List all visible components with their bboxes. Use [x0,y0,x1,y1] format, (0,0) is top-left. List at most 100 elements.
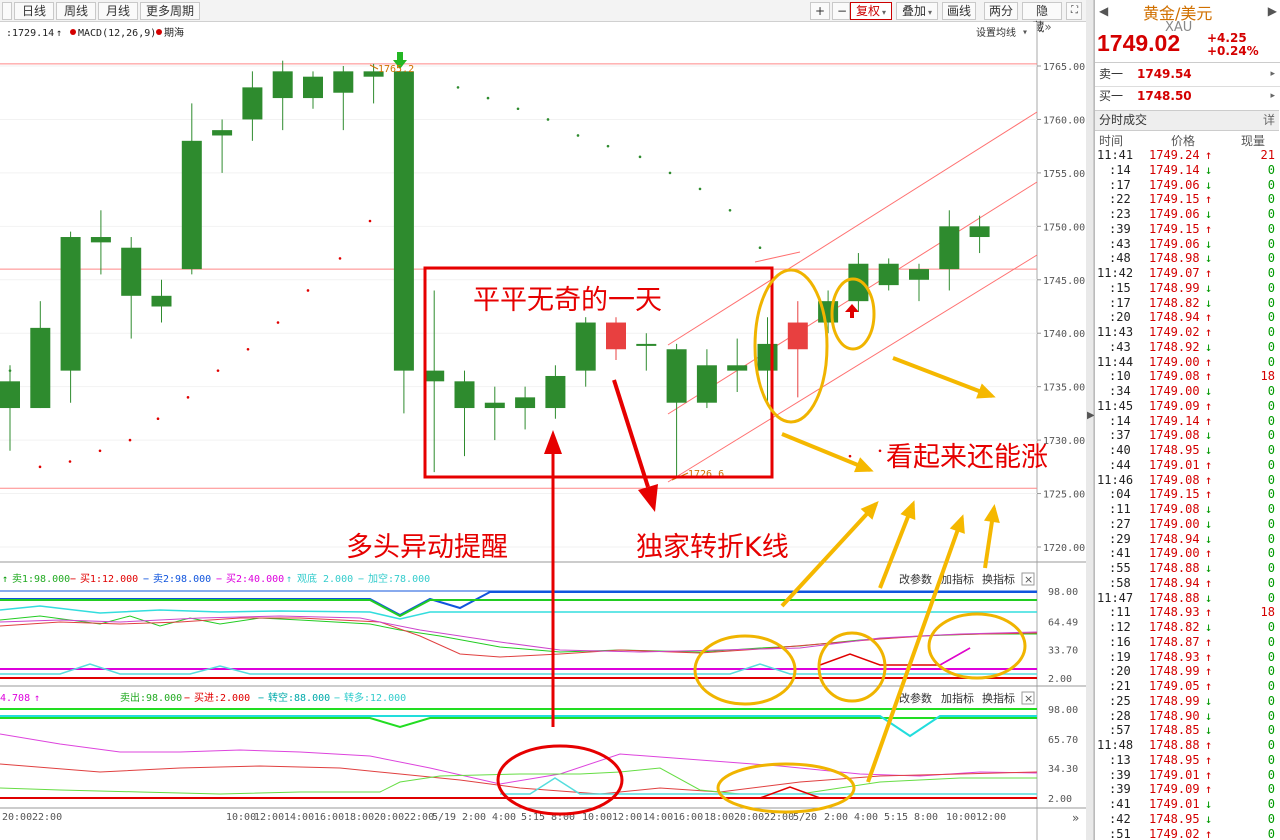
scroll-right-icon[interactable]: » [1072,811,1079,825]
tick-time: :13 [1109,752,1131,767]
tick-volume: 0 [1267,251,1275,266]
col-price: 价格 [1171,134,1196,148]
up-arrow-icon: ↑ [1205,472,1213,487]
up-arrow-icon: ↑ [1205,782,1213,797]
sar-dot [848,454,852,458]
tick-price: 1749.01 [1149,767,1200,782]
adjust-button[interactable]: 复权 ▾ [850,2,892,20]
legend-period: 期海 [164,26,184,39]
bid-expand-icon[interactable]: ▸ [1270,86,1275,106]
ma-setting-button[interactable]: 设置均线 [976,26,1016,39]
tab-monthly[interactable]: 月线 [98,2,138,20]
tick-volume: 0 [1267,221,1275,236]
tick-volume: 0 [1267,723,1275,738]
ask-row: 卖一 1749.54 ▸ [1095,64,1279,84]
candle-body [575,322,596,371]
tick-detail-button[interactable]: 详 [1263,111,1275,130]
tick-volume: 0 [1267,398,1275,413]
close-icon[interactable]: × [1024,573,1033,586]
tab-weekly[interactable]: 周线 [56,2,96,20]
tick-row: :10 1749.08 ↑ 18 [1095,369,1279,384]
down-arrow-icon: ↓ [1205,443,1213,457]
hide-button[interactable]: 隐藏» [1022,2,1062,34]
sub1-legend-sell2: 卖2:98.000 [153,573,211,585]
sar-dot [128,438,132,442]
tick-price: 1748.93 [1149,649,1200,664]
prev-symbol-icon[interactable]: ◀ [1099,4,1108,18]
bid-label: 买一 [1099,89,1124,103]
tick-volume: 0 [1267,192,1275,207]
price-axis-label: 1730.00 [1043,436,1085,447]
sub1-legend-dash1: − [70,574,76,585]
tick-time: :14 [1109,413,1131,428]
sub2-axis-label: 34.30 [1048,764,1078,775]
tick-price: 1748.88 [1149,561,1200,575]
tick-price: 1749.02 [1149,325,1200,339]
tick-row: :51 1749.02 ↑ 0 [1095,827,1279,840]
tick-column-header: 时间 价格 现量 [1095,132,1279,148]
sub2-add-indicator-button[interactable]: 加指标 [941,691,974,705]
candle-body [878,263,899,286]
tick-row: :11 1748.93 ↑ 18 [1095,605,1279,620]
annotation-flat-day: 平平无奇的一天 [473,285,662,316]
zoom-out-button[interactable]: − [832,2,850,20]
price-change: +4.25 +0.24% [1207,32,1259,58]
toolbar-left-edge [2,2,12,20]
down-arrow-icon: ↓ [1205,502,1213,516]
split-button[interactable]: 两分 [984,2,1018,20]
tick-time: :22 [1109,192,1131,207]
tick-time: :29 [1109,531,1131,546]
tick-row: :58 1748.94 ↑ 0 [1095,576,1279,591]
sub2-axis-label: 98.00 [1048,705,1078,716]
tick-time: :39 [1109,782,1131,797]
tick-price: 1749.06 [1149,177,1200,192]
sub1-add-indicator-button[interactable]: 加指标 [941,572,974,586]
tick-list: 11:41 1749.24 ↑ 21:14 1749.14 ↓ 0:17 1749.06 ↓ 0:… [1095,148,1279,840]
up-arrow-icon: ↑ [1205,310,1213,325]
tick-price: 1748.95 [1149,443,1200,457]
sar-dot [546,118,550,121]
tick-time: :15 [1109,280,1131,295]
time-axis-label: 5:15 [884,812,908,823]
sub1-magenta-signal [939,647,971,666]
tick-volume: 18 [1260,605,1275,620]
zoom-in-button[interactable]: + [810,2,830,20]
fullscreen-icon[interactable]: ⛶ [1066,2,1082,20]
sub2-switch-indicator-button[interactable]: 换指标 [982,691,1015,705]
sar-dot [156,417,160,421]
time-axis-label: 12:00 [612,812,642,823]
draw-line-button[interactable]: 画线 [942,2,976,20]
sub1-legend-sell1: 卖1:98.000 [12,573,70,585]
sub2-legend-dash2: − [258,693,264,704]
col-volume: 现量 [1241,134,1266,148]
time-axis-label: 20:00 [374,812,404,823]
ask-expand-icon[interactable]: ▸ [1270,64,1275,84]
sub1-modify-params-button[interactable]: 改参数 [899,572,932,586]
tab-more-periods[interactable]: 更多周期▾ [140,2,200,33]
close-icon[interactable]: × [1024,692,1033,705]
sar-dot [276,321,280,324]
zoom-out-label: − [837,4,848,18]
sub2-modify-params-button[interactable]: 改参数 [899,691,932,705]
sub1-legend-up-icon: ↑ [286,574,292,585]
tick-price: 1748.82 [1149,295,1200,310]
divider [1095,62,1280,63]
sub1-switch-indicator-button[interactable]: 换指标 [982,572,1015,586]
candle-body [787,322,808,350]
tick-price: 1748.99 [1149,693,1200,708]
tick-price: 1749.01 [1149,457,1200,472]
tick-price: 1749.09 [1149,782,1200,797]
tick-row: :39 1749.15 ↑ 0 [1095,222,1279,237]
tick-time: :23 [1109,207,1131,221]
time-axis-label: 2:00 [824,812,848,823]
tick-row: :20 1748.94 ↑ 0 [1095,310,1279,325]
tick-volume: 0 [1267,649,1275,664]
ask-label: 卖一 [1099,67,1124,81]
tab-daily[interactable]: 日线 [14,2,54,20]
tick-price: 1748.90 [1149,708,1200,723]
kline-chart-area[interactable]: :1729.14 ↑ MACD(12,26,9) 期海 设置均线 ▾ 1765.… [0,22,1086,840]
tick-time: :16 [1109,634,1131,649]
next-symbol-icon[interactable]: ▶ [1268,4,1277,18]
overlay-button[interactable]: 叠加 ▾ [896,2,938,20]
down-arrow-icon: ↓ [1205,339,1213,354]
